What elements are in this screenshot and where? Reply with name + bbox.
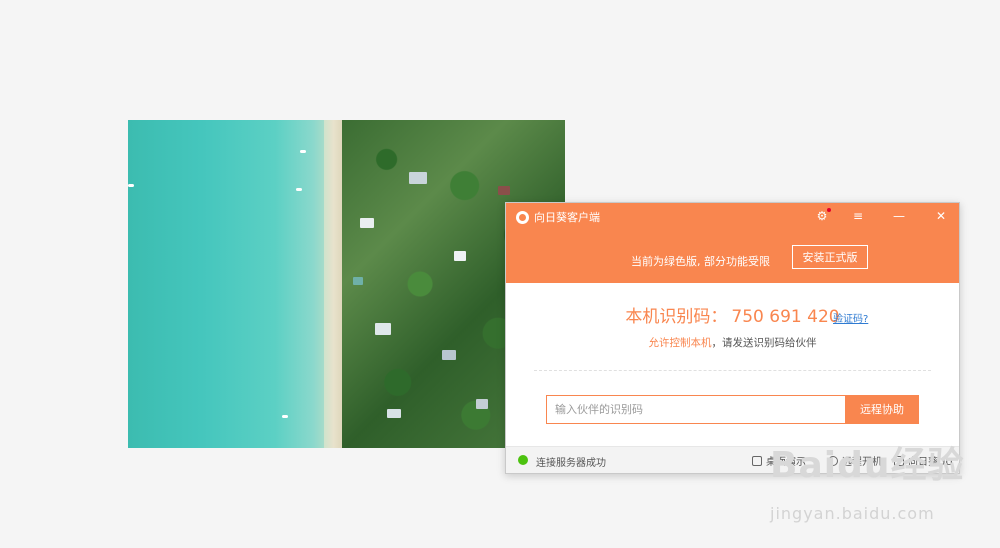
gear-icon: ⚙: [816, 209, 828, 223]
machine-id: 本机识别码： 750 691 420: [506, 302, 959, 327]
window-title: 向日葵客户端: [534, 211, 600, 224]
title-bar[interactable]: 向日葵客户端 ⚙ ≡ — ✕ 当前为绿色版, 部分功能受限 安装正式版: [506, 203, 959, 283]
sunlogin-logo-icon: [516, 211, 529, 224]
send-code-hint: ，请发送识别码给伙伴: [711, 337, 817, 349]
minimize-button[interactable]: —: [888, 207, 910, 225]
desktop-photo: [128, 120, 565, 448]
allow-control-line: 允许控制本机，请发送识别码给伙伴: [506, 335, 959, 350]
connection-status-text: 连接服务器成功: [536, 458, 606, 469]
desktop-demo-icon: [752, 456, 762, 466]
machine-id-code: 750 691 420: [731, 307, 840, 327]
divider: [534, 370, 931, 371]
allow-control-link[interactable]: 允许控制本机: [649, 337, 712, 349]
watermark-brand: Baidu经验: [770, 445, 965, 486]
minimize-icon: —: [893, 209, 905, 223]
baidu-watermark: Baidu经验 jingyan.baidu.com: [770, 436, 965, 523]
connection-status-icon: [518, 455, 528, 465]
close-icon: ✕: [935, 209, 947, 223]
settings-button[interactable]: ⚙: [811, 207, 833, 225]
menu-icon: ≡: [852, 209, 864, 223]
menu-button[interactable]: ≡: [847, 207, 869, 225]
remote-assist-button[interactable]: 远程协助: [845, 395, 919, 424]
close-button[interactable]: ✕: [930, 207, 952, 225]
machine-id-label: 本机识别码：: [625, 307, 728, 327]
verify-code-link[interactable]: 验证码?: [833, 310, 868, 325]
watermark-url: jingyan.baidu.com: [770, 504, 935, 523]
photo-sea: [128, 120, 338, 448]
sunlogin-window: 向日葵客户端 ⚙ ≡ — ✕ 当前为绿色版, 部分功能受限 安装正式版 本机识别…: [505, 202, 960, 474]
partner-id-input[interactable]: [546, 395, 845, 424]
green-version-notice: 当前为绿色版, 部分功能受限: [631, 255, 770, 268]
install-full-version-button[interactable]: 安装正式版: [792, 245, 868, 269]
notification-dot: [827, 208, 831, 212]
